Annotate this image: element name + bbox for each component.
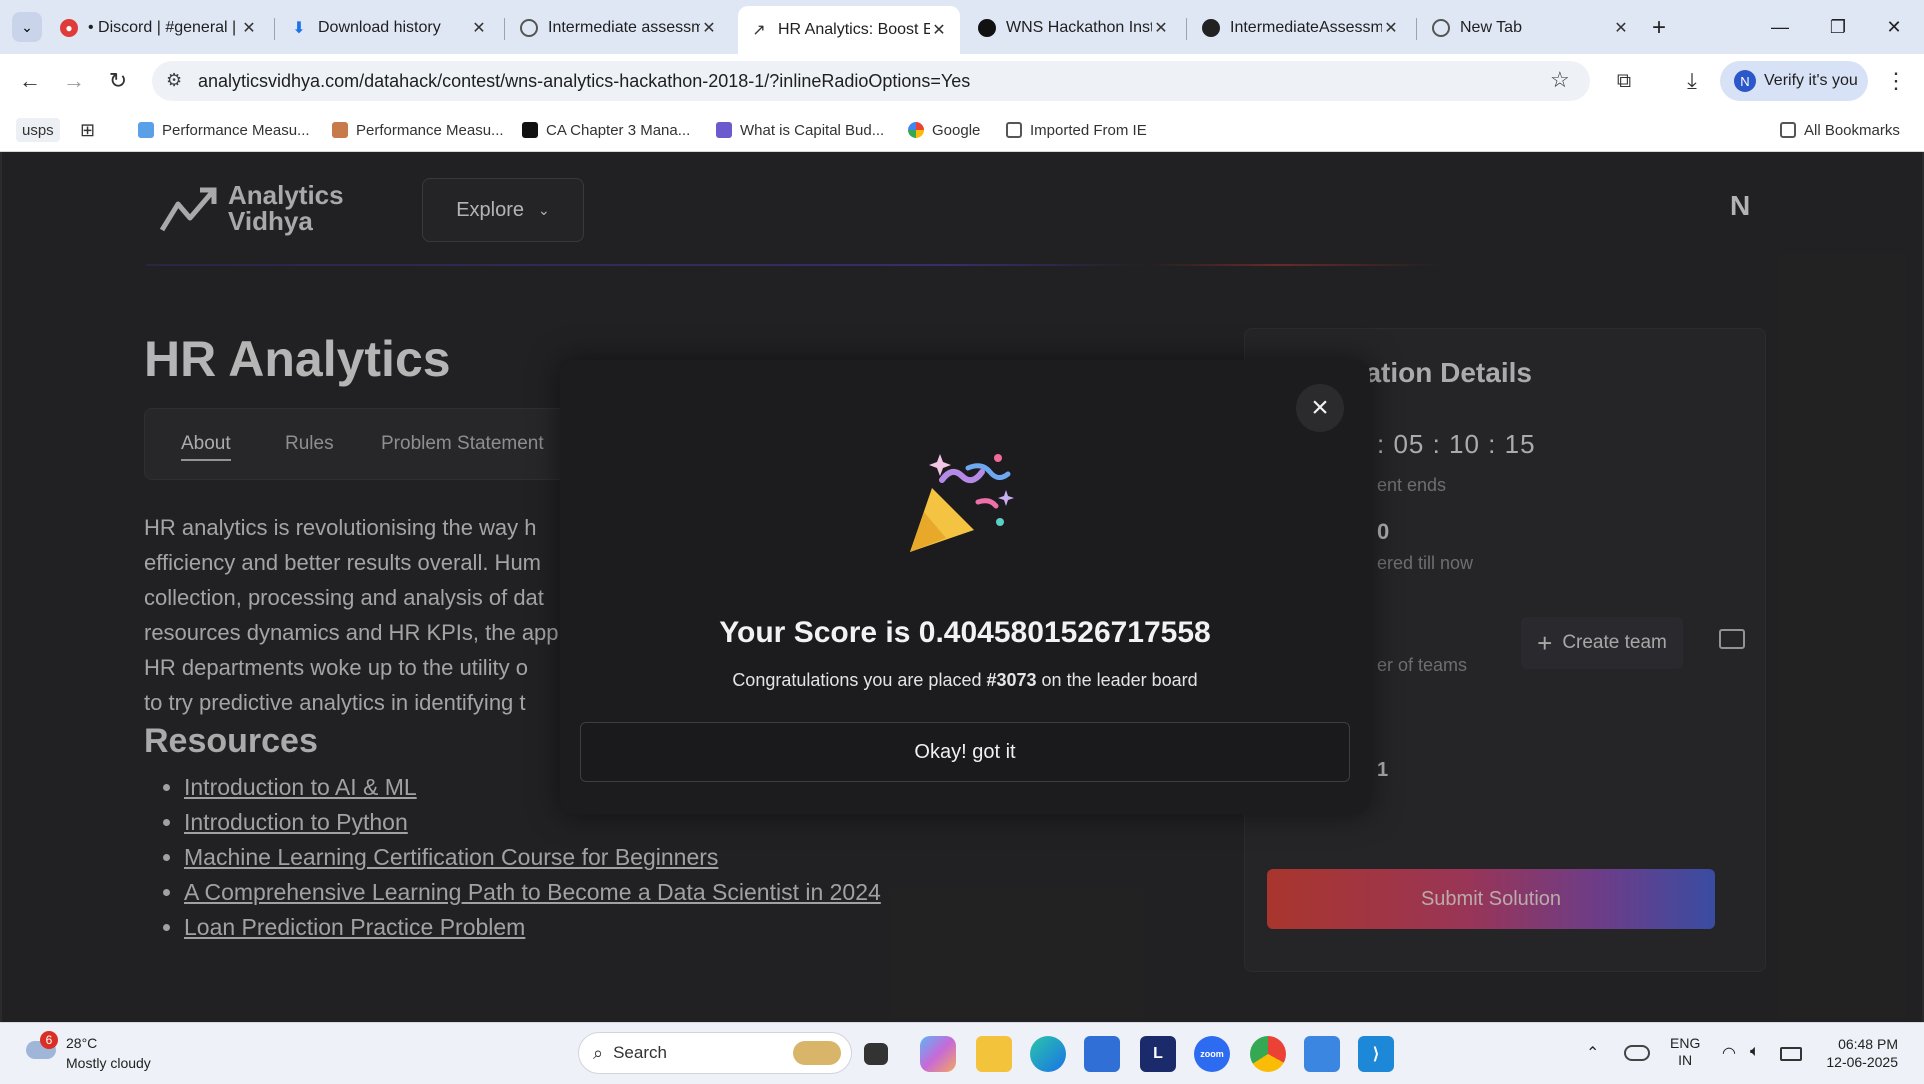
weather-text: Mostly cloudy bbox=[66, 1055, 151, 1071]
score-heading: Your Score is 0.4045801526717558 bbox=[719, 616, 1211, 649]
close-icon[interactable]: × bbox=[1296, 384, 1344, 432]
show-hidden-icons[interactable]: ⌃ bbox=[1586, 1043, 1599, 1063]
weather-widget[interactable]: 6 28°C Mostly cloudy bbox=[18, 1031, 198, 1077]
minimize-icon[interactable]: — bbox=[1760, 10, 1800, 44]
verify-label: Verify it's you bbox=[1764, 72, 1858, 89]
apps-grid-icon[interactable]: ⊞ bbox=[80, 118, 95, 142]
close-tab-icon[interactable]: ✕ bbox=[700, 18, 718, 38]
taskbar-search[interactable]: ⌕ Search bbox=[578, 1032, 852, 1074]
github-icon bbox=[1202, 19, 1220, 37]
close-tab-icon[interactable]: ✕ bbox=[930, 20, 948, 40]
site-info-icon[interactable]: ⚙ bbox=[166, 70, 182, 91]
file-explorer-icon[interactable] bbox=[976, 1036, 1012, 1072]
openai-icon bbox=[978, 19, 996, 37]
bookmark-favicon bbox=[332, 122, 348, 138]
copilot-icon[interactable] bbox=[920, 1036, 956, 1072]
bookmark-ca-chapter[interactable]: CA Chapter 3 Mana... bbox=[522, 118, 690, 142]
bookmark-favicon bbox=[716, 122, 732, 138]
edge-icon[interactable] bbox=[1030, 1036, 1066, 1072]
party-popper-icon bbox=[910, 454, 1014, 552]
browser-tab-strip: ⌄ ● • Discord | #general | ✕ ⬇ Download … bbox=[0, 0, 1924, 54]
bookmark-capital-budgeting[interactable]: What is Capital Bud... bbox=[716, 118, 884, 142]
menu-kebab-icon[interactable]: ⋮ bbox=[1882, 67, 1910, 95]
close-tab-icon[interactable]: ✕ bbox=[1612, 18, 1630, 38]
zoom-icon[interactable]: zoom bbox=[1194, 1036, 1230, 1072]
language-indicator[interactable]: ENG IN bbox=[1670, 1035, 1700, 1069]
google-icon bbox=[908, 122, 924, 138]
restore-icon[interactable]: ❐ bbox=[1818, 10, 1858, 44]
vscode-icon[interactable]: ⟩ bbox=[1358, 1036, 1394, 1072]
discord-icon: ● bbox=[60, 19, 78, 37]
windows-taskbar: 6 28°C Mostly cloudy ⌕ Search L zoom ⟩ ⌃… bbox=[0, 1022, 1924, 1084]
bookmark-imported-ie[interactable]: Imported From IE bbox=[1006, 118, 1147, 142]
notepad-icon[interactable] bbox=[1304, 1036, 1340, 1072]
close-tab-icon[interactable]: ✕ bbox=[1152, 18, 1170, 38]
okay-got-it-button[interactable]: Okay! got it bbox=[580, 722, 1350, 782]
browser-tab-wns[interactable]: WNS Hackathon Inst ✕ bbox=[966, 8, 1182, 48]
close-tab-icon[interactable]: ✕ bbox=[1382, 18, 1400, 38]
bookmark-performance-1[interactable]: Performance Measu... bbox=[138, 118, 310, 142]
bookmarks-bar: usps ⊞ Performance Measu... Performance … bbox=[0, 108, 1924, 152]
folder-icon bbox=[1006, 122, 1022, 138]
bookmark-google[interactable]: Google bbox=[908, 118, 980, 142]
analytics-vidhya-icon: ↗ bbox=[752, 22, 766, 39]
extensions-icon[interactable]: ⧉ bbox=[1610, 67, 1638, 95]
battery-icon[interactable] bbox=[1780, 1047, 1802, 1061]
download-icon: ⬇ bbox=[292, 20, 306, 37]
weather-badge: 6 bbox=[40, 1031, 58, 1049]
windows-start-icon[interactable] bbox=[528, 1039, 558, 1069]
clock[interactable]: 06:48 PM 12-06-2025 bbox=[1818, 1035, 1898, 1071]
bookmark-favicon bbox=[522, 122, 538, 138]
search-icon: ⌕ bbox=[593, 1042, 604, 1063]
tab-search-button[interactable]: ⌄ bbox=[12, 12, 42, 42]
globe-icon bbox=[520, 19, 538, 37]
browser-toolbar: ← → ↻ ⚙ analyticsvidhya.com/datahack/con… bbox=[0, 54, 1924, 108]
folder-icon bbox=[1780, 122, 1796, 138]
browser-tab-intermediate[interactable]: Intermediate assessm ✕ bbox=[508, 8, 730, 48]
bookmark-performance-2[interactable]: Performance Measu... bbox=[332, 118, 504, 142]
task-view-icon[interactable] bbox=[864, 1043, 888, 1065]
back-icon[interactable]: ← bbox=[16, 67, 44, 95]
browser-tab-downloads[interactable]: ⬇ Download history ✕ bbox=[278, 8, 500, 48]
globe-icon bbox=[1432, 19, 1450, 37]
forward-icon[interactable]: → bbox=[60, 67, 88, 95]
close-tab-icon[interactable]: ✕ bbox=[470, 18, 488, 38]
wifi-icon[interactable]: ◠ bbox=[1722, 1043, 1736, 1063]
l-app-icon[interactable]: L bbox=[1140, 1036, 1176, 1072]
score-modal: × Your Score is 0.4045801526717558 Congr… bbox=[560, 360, 1370, 814]
store-icon[interactable] bbox=[1084, 1036, 1120, 1072]
window-close-icon[interactable]: ✕ bbox=[1874, 10, 1914, 44]
downloads-icon[interactable]: ⤓ bbox=[1678, 67, 1706, 95]
new-tab-button[interactable]: + bbox=[1652, 14, 1666, 42]
reload-icon[interactable]: ↻ bbox=[104, 67, 132, 95]
profile-avatar: N bbox=[1734, 70, 1756, 92]
congrats-message: Congratulations you are placed #3073 on … bbox=[732, 670, 1198, 690]
browser-tab-new[interactable]: New Tab ✕ bbox=[1420, 8, 1642, 48]
volume-icon[interactable]: 🔈︎ bbox=[1750, 1043, 1760, 1061]
browser-tab-hr-analytics[interactable]: ↗ HR Analytics: Boost E ✕ bbox=[738, 6, 960, 54]
chrome-icon[interactable] bbox=[1250, 1036, 1286, 1072]
bookmark-usps[interactable]: usps bbox=[16, 118, 60, 142]
browser-tab-discord[interactable]: ● • Discord | #general | ✕ bbox=[48, 8, 270, 48]
all-bookmarks[interactable]: All Bookmarks bbox=[1780, 118, 1900, 142]
web-page: Analytics Vidhya Explore ⌄ N HR Analytic… bbox=[2, 152, 1922, 1022]
leaderboard-rank: #3073 bbox=[986, 670, 1037, 690]
bookmark-star-icon[interactable]: ☆ bbox=[1550, 67, 1570, 93]
address-bar[interactable]: ⚙ analyticsvidhya.com/datahack/contest/w… bbox=[152, 61, 1590, 101]
onedrive-icon[interactable] bbox=[1624, 1045, 1650, 1061]
temperature: 28°C bbox=[66, 1035, 98, 1051]
close-tab-icon[interactable]: ✕ bbox=[240, 18, 258, 38]
url-text: analyticsvidhya.com/datahack/contest/wns… bbox=[198, 71, 971, 91]
verify-profile-button[interactable]: N Verify it's you bbox=[1720, 61, 1868, 101]
browser-tab-github[interactable]: IntermediateAssessm ✕ bbox=[1190, 8, 1412, 48]
bookmark-favicon bbox=[138, 122, 154, 138]
search-highlight-icon bbox=[793, 1041, 841, 1065]
